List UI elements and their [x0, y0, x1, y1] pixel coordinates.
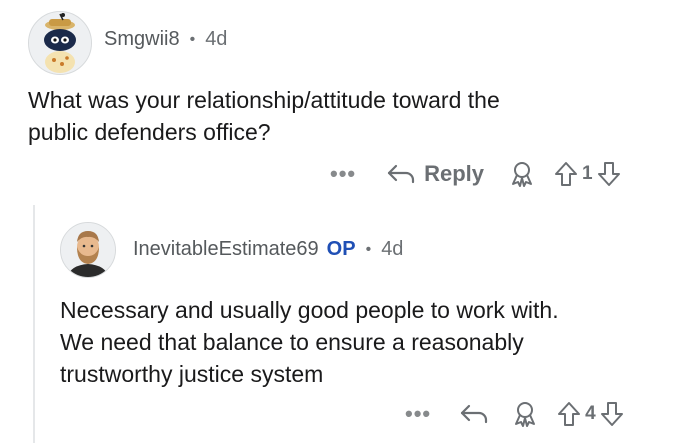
thread-line[interactable] [33, 205, 35, 443]
comment-text-line: Necessary and usually good people to wor… [60, 297, 559, 323]
comment-age: 4d [205, 28, 228, 50]
comment-actions: ••• 4 [405, 400, 624, 428]
vote-count: 1 [582, 163, 593, 184]
comment-meta: InevitableEstimate69 OP • 4d [133, 238, 403, 261]
vote-count: 4 [585, 403, 596, 424]
snoo-avatar-icon [29, 12, 91, 74]
comment-age: 4d [381, 238, 404, 260]
upvote-icon[interactable] [554, 161, 578, 187]
award-icon[interactable] [511, 400, 539, 428]
op-badge: OP [326, 238, 356, 260]
more-options-button[interactable]: ••• [330, 163, 356, 185]
username[interactable]: InevitableEstimate69 [133, 238, 319, 261]
upvote-icon[interactable] [557, 401, 581, 427]
comment-text-line: What was your relationship/attitude towa… [28, 87, 500, 113]
username[interactable]: Smgwii8 [104, 28, 180, 51]
bearded-man-avatar-icon [61, 223, 115, 277]
reply-arrow-icon[interactable] [459, 402, 489, 426]
meta-separator: • [365, 240, 372, 258]
comment-body: Necessary and usually good people to wor… [60, 294, 559, 390]
comment-text-line: trustworthy justice system [60, 361, 324, 387]
comment-text-line: public defenders office? [28, 119, 271, 145]
downvote-icon[interactable] [597, 161, 621, 187]
meta-separator: • [189, 30, 196, 48]
user-avatar[interactable] [28, 11, 92, 75]
reply-arrow-icon [386, 162, 416, 186]
award-icon[interactable] [508, 160, 536, 188]
comment-meta: Smgwii8 • 4d [104, 28, 227, 51]
comment-text-line: We need that balance to ensure a reasona… [60, 329, 524, 355]
reply-label: Reply [424, 161, 485, 186]
downvote-icon[interactable] [600, 401, 624, 427]
comment-body: What was your relationship/attitude towa… [28, 84, 500, 148]
comment-actions: ••• Reply 1 [330, 160, 621, 188]
user-avatar[interactable] [60, 222, 116, 278]
more-options-button[interactable]: ••• [405, 403, 431, 425]
reply-button[interactable]: Reply [386, 161, 484, 187]
